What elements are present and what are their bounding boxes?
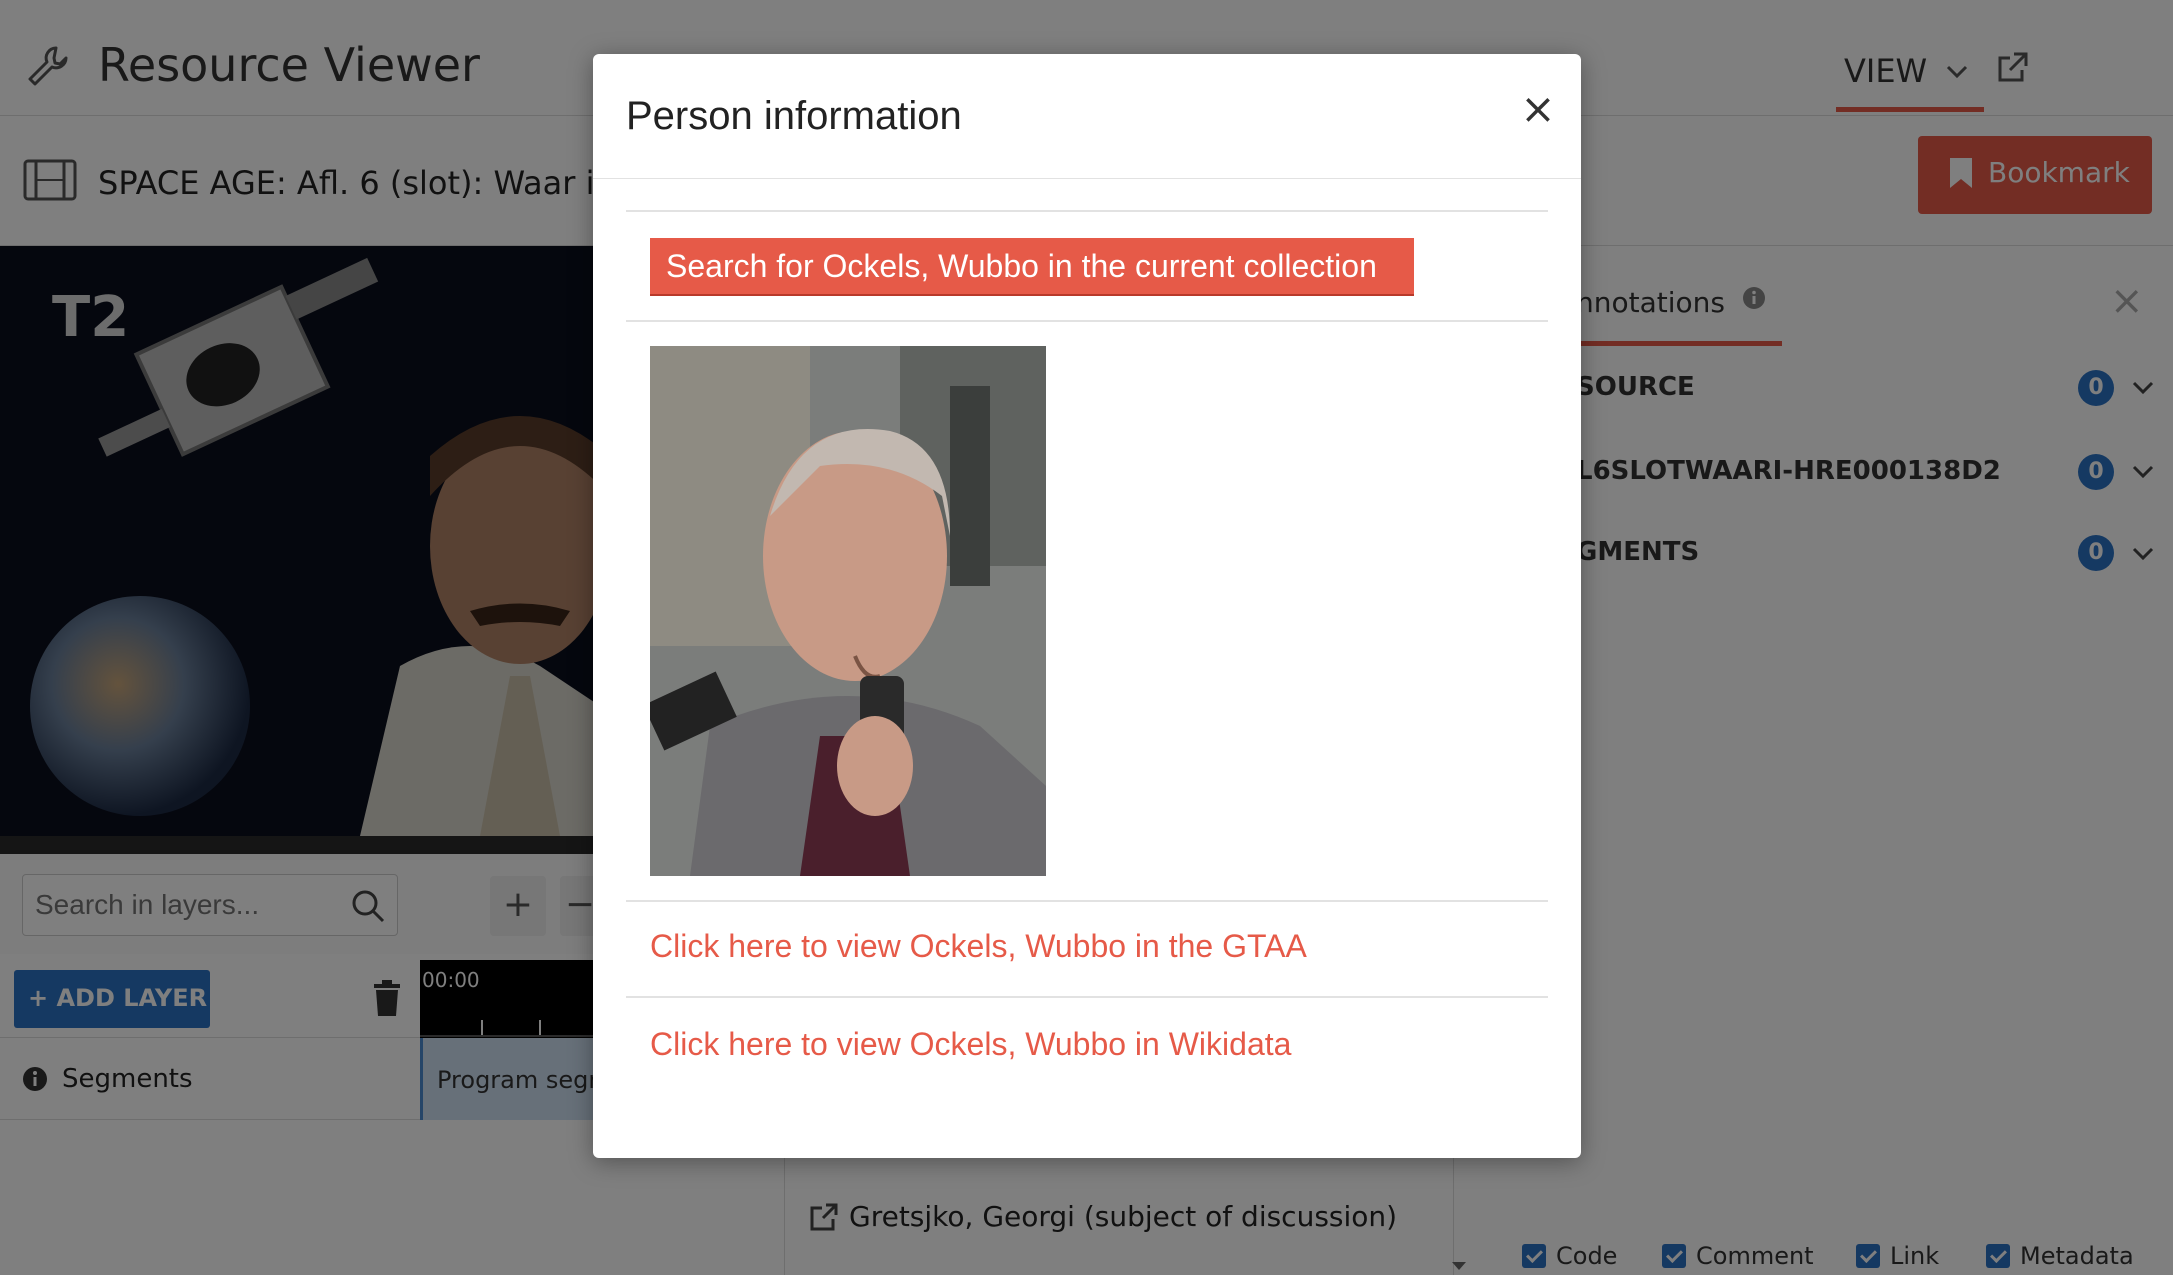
divider [593,178,1581,179]
person-photo [650,346,1046,876]
search-collection-button[interactable]: Search for Ockels, Wubbo in the current … [650,238,1414,296]
person-info-modal: Person information × Search for Ockels, … [593,54,1581,1158]
close-icon[interactable]: × [1518,88,1558,130]
divider [626,210,1548,212]
wikidata-link[interactable]: Click here to view Ockels, Wubbo in Wiki… [650,1026,1291,1063]
divider [626,320,1548,322]
modal-title: Person information [626,94,962,138]
gtaa-link[interactable]: Click here to view Ockels, Wubbo in the … [650,928,1307,965]
divider [626,996,1548,998]
person-photo-image [650,346,1046,876]
divider [626,900,1548,902]
